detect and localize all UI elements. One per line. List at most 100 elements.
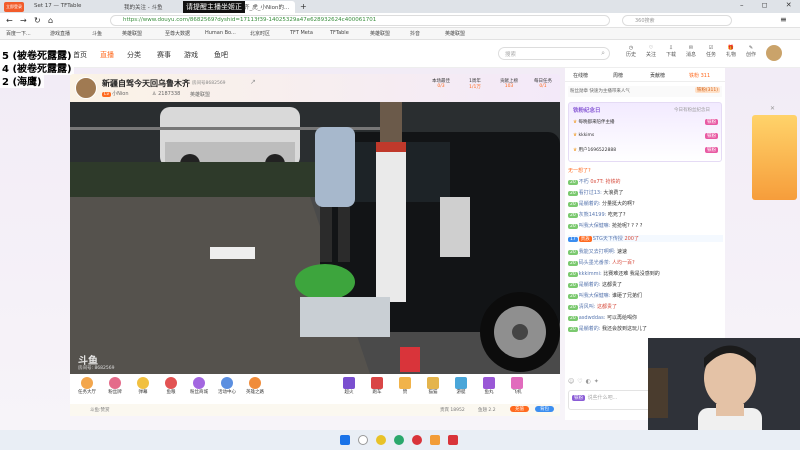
gift-icon[interactable]: 🎁 礼物	[724, 45, 738, 58]
app-icon[interactable]	[448, 435, 458, 445]
gift-item[interactable]: 鱼粮	[158, 377, 184, 395]
gift-item[interactable]: 跑车	[364, 377, 390, 395]
chrome-icon[interactable]	[376, 435, 386, 445]
follower-count: ♙ 2187338	[152, 91, 181, 97]
chat-user: 叫我大保健嘛:	[578, 293, 611, 299]
bookmark-item[interactable]: Human Bo...	[205, 30, 236, 36]
tab-label: Set 17 — TFTable	[34, 3, 82, 9]
nav-game[interactable]: 游戏	[184, 50, 198, 60]
vip-link[interactable]: 今日有粉丝纪念日	[674, 107, 710, 113]
gift-item[interactable]: 任务大厅	[74, 377, 100, 395]
gift-item[interactable]: 游艇	[448, 377, 474, 395]
app-icon[interactable]	[430, 435, 440, 445]
gift-small-icon[interactable]: ✦	[594, 378, 602, 385]
browser-search-input[interactable]: 360搜索	[622, 15, 732, 26]
home-icon[interactable]: ⌂	[48, 16, 53, 25]
avatar[interactable]	[766, 45, 782, 61]
download-icon[interactable]: ⇩ 下载	[664, 45, 678, 58]
tab-contrib[interactable]: 贡献榜	[650, 72, 665, 79]
bookmark-item[interactable]: 游戏直播	[50, 30, 70, 37]
chat-user: kkkimmi:	[578, 271, 602, 277]
bookmark-item[interactable]: 英雄联盟	[370, 30, 390, 37]
bookmark-item[interactable]: 斗鱼	[92, 30, 102, 37]
fan-medal-banner[interactable]: 粉丝勋章 快速为主播带来人气 铁粉(311)	[568, 86, 722, 97]
bookmark-item[interactable]: 英雄联盟	[122, 30, 142, 37]
stat-box-1[interactable]: 1周年 1/1万	[460, 78, 490, 90]
stat-box-2[interactable]: 贡献上榜 103	[494, 78, 524, 89]
gift-item[interactable]: 活动中心	[214, 377, 240, 395]
fan-icon[interactable]: ♡	[577, 378, 585, 385]
refresh-icon[interactable]: ↻	[34, 16, 41, 25]
message-icon[interactable]: ✉ 消息	[684, 45, 698, 58]
video-player[interactable]: 斗鱼 房间号: 8682569	[70, 102, 560, 374]
chat-message: 20 是躺着的: 我还会放到这玩儿了	[568, 326, 648, 332]
search-icon[interactable]: ⌕	[601, 49, 605, 58]
tab-tftable[interactable]: Set 17 — TFTable	[30, 1, 115, 13]
site-search-placeholder: 搜索	[505, 52, 517, 58]
backpack-button[interactable]: 背包	[535, 406, 554, 412]
chat-message: 20 叫我大保健嘛: 谁砸了兄弟们	[568, 293, 643, 299]
url-field[interactable]: https://www.douyu.com/8682569?dyshid=171…	[110, 15, 610, 26]
share-icon[interactable]: ↗	[250, 78, 256, 86]
gift-item[interactable]: 粉丝牌	[102, 377, 128, 395]
start-icon[interactable]	[340, 435, 350, 445]
streamer-name[interactable]: Lv 小Nion	[102, 90, 129, 97]
nav-category[interactable]: 分类	[127, 50, 141, 60]
side-banner[interactable]	[752, 115, 797, 200]
nav-live[interactable]: 直播	[100, 50, 114, 60]
vip-user[interactable]: ♛ kkkims 铁粉	[573, 133, 719, 139]
nav-match[interactable]: 赛事	[157, 50, 171, 60]
bookmark-item[interactable]: 英雄联盟	[445, 30, 465, 37]
task-icon[interactable]: ☑ 任务	[704, 45, 718, 58]
tab-fans[interactable]: 铁粉 311	[689, 72, 710, 79]
gift-item[interactable]: 弹幕	[130, 377, 156, 395]
gift-item[interactable]: 猫猫	[420, 377, 446, 395]
bookmark-item[interactable]: TFTable	[330, 30, 349, 36]
gift-item[interactable]: 赞	[392, 377, 418, 395]
chat-user: 清风叫:	[578, 304, 596, 310]
gift-item[interactable]: 英雄之路	[242, 377, 268, 395]
menu-icon[interactable]: ≡	[780, 15, 787, 24]
browser360-icon[interactable]	[394, 435, 404, 445]
tab-online[interactable]: 在线榜	[573, 72, 588, 79]
side-banner-close[interactable]: ✕	[770, 105, 775, 112]
bookmark-item[interactable]: TFT Meta	[290, 30, 313, 36]
bookmark-item[interactable]: 抖音	[410, 30, 420, 37]
stat-box-0[interactable]: 本场最佳 0/3	[426, 78, 456, 89]
medal-chip[interactable]: 铁粉	[572, 395, 585, 401]
nav-fishbar[interactable]: 鱼吧	[214, 50, 228, 60]
follow-icon[interactable]: ♡ 关注	[644, 45, 658, 58]
stat-box-3[interactable]: 每日任务 0/1	[528, 78, 558, 89]
app-icon[interactable]	[412, 435, 422, 445]
vip-user[interactable]: ♛ 用户1696522888 铁粉	[573, 147, 719, 153]
recharge-button[interactable]: 充值	[510, 406, 529, 412]
gift-item[interactable]: 粉丝商城	[186, 377, 212, 395]
bookmark-item[interactable]: 至尊大数据	[165, 30, 190, 37]
room-id: 房间号8682569	[192, 81, 226, 86]
new-tab-button[interactable]: +	[300, 2, 307, 11]
nav-home[interactable]: 首页	[73, 50, 87, 60]
gift-item[interactable]: 超火	[336, 377, 362, 395]
category-tag[interactable]: 英雄联盟	[190, 91, 210, 98]
history-icon[interactable]: ◷ 历史	[624, 45, 638, 58]
search-taskbar-icon[interactable]	[358, 435, 368, 445]
gift-item[interactable]: 飞机	[504, 377, 530, 395]
tab-douyu-follow[interactable]: 我的关注 - 斗鱼	[120, 1, 180, 13]
streamer-avatar[interactable]	[75, 77, 97, 99]
site-search-input[interactable]: 搜索 ⌕	[498, 47, 610, 60]
tab-weekly[interactable]: 周榜	[613, 72, 623, 79]
emoji-icon[interactable]: ☺	[568, 378, 577, 385]
bookmark-item[interactable]: 百度一下...	[6, 30, 31, 37]
window-controls[interactable]: – ◻ ✕	[740, 1, 800, 9]
login-button[interactable]: 立即登录	[4, 2, 24, 12]
color-icon[interactable]: ◐	[586, 378, 594, 385]
forward-icon[interactable]: →	[20, 16, 27, 25]
vip-user[interactable]: ♛ 每晚都来陪伴主播 铁粉	[573, 119, 719, 125]
stat-value: 103	[504, 84, 514, 89]
fan-tag[interactable]: 铁粉(311)	[694, 87, 720, 93]
chat-user: 是躺着的:	[578, 326, 601, 332]
bookmark-item[interactable]: 北京时区	[250, 30, 270, 37]
back-icon[interactable]: ←	[6, 16, 13, 25]
gift-item[interactable]: 鱼丸	[476, 377, 502, 395]
create-icon[interactable]: ✎ 创作	[744, 45, 758, 58]
